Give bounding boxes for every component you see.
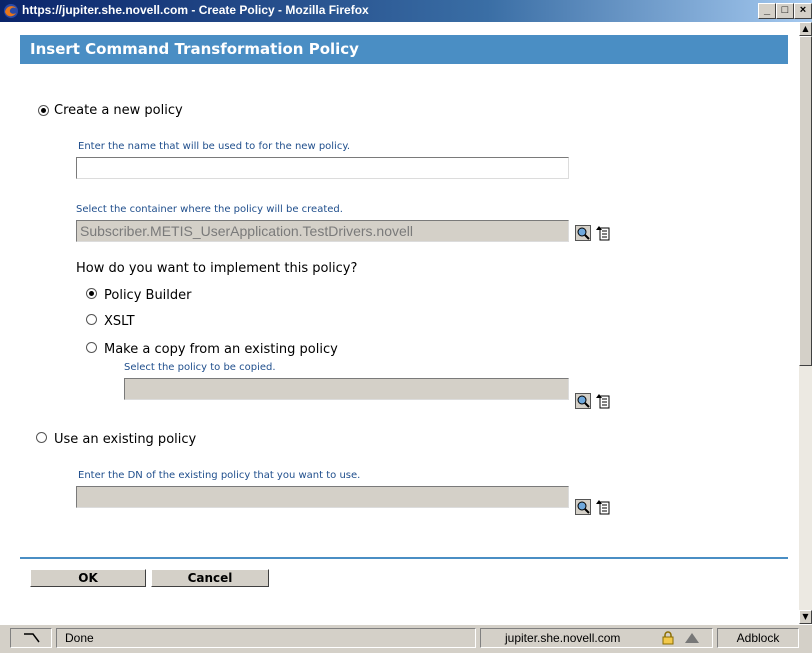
vertical-scrollbar[interactable]: ▲ ▼ bbox=[799, 22, 812, 624]
container-history-icon[interactable] bbox=[595, 225, 611, 241]
phishing-icon[interactable] bbox=[684, 631, 700, 645]
policy-name-input[interactable] bbox=[76, 157, 569, 179]
ok-button[interactable]: OK bbox=[30, 569, 146, 587]
status-bar: Done jupiter.she.novell.com Adblock bbox=[0, 624, 812, 653]
connection-icon bbox=[10, 628, 52, 648]
use-existing-policy-radio[interactable] bbox=[36, 432, 47, 443]
host-text: jupiter.she.novell.com bbox=[505, 631, 621, 645]
browse-copy-policy-icon[interactable] bbox=[575, 393, 591, 409]
create-new-policy-radio[interactable] bbox=[38, 105, 49, 116]
scroll-thumb[interactable] bbox=[799, 36, 812, 366]
lock-icon[interactable] bbox=[661, 631, 675, 645]
create-new-policy-label: Create a new policy bbox=[54, 103, 183, 118]
close-icon[interactable]: × bbox=[794, 3, 812, 19]
adblock-button[interactable]: Adblock bbox=[717, 628, 799, 648]
status-text: Done bbox=[56, 628, 476, 648]
copy-policy-field[interactable] bbox=[124, 378, 569, 400]
use-existing-policy-label: Use an existing policy bbox=[54, 432, 197, 447]
implement-question: How do you want to implement this policy… bbox=[76, 261, 358, 276]
page-content: Insert Command Transformation Policy Cre… bbox=[0, 22, 799, 624]
policy-name-hint: Enter the name that will be used to for … bbox=[78, 141, 351, 152]
cancel-button[interactable]: Cancel bbox=[151, 569, 269, 587]
container-hint: Select the container where the policy wi… bbox=[76, 204, 343, 215]
firefox-icon bbox=[4, 4, 18, 18]
copy-policy-hint: Select the policy to be copied. bbox=[124, 362, 276, 373]
existing-dn-hint: Enter the DN of the existing policy that… bbox=[78, 470, 361, 481]
scroll-up-icon[interactable]: ▲ bbox=[799, 22, 812, 36]
container-field[interactable]: Subscriber.METIS_UserApplication.TestDri… bbox=[76, 220, 569, 242]
browse-container-icon[interactable] bbox=[575, 225, 591, 241]
xslt-label: XSLT bbox=[104, 314, 135, 329]
browse-existing-icon[interactable] bbox=[575, 499, 591, 515]
window-title: https://jupiter.she.novell.com - Create … bbox=[22, 3, 369, 17]
copy-policy-radio[interactable] bbox=[86, 342, 97, 353]
footer-separator bbox=[20, 557, 788, 559]
dialog-header: Insert Command Transformation Policy bbox=[20, 35, 788, 64]
copy-policy-history-icon[interactable] bbox=[595, 393, 611, 409]
policy-builder-radio[interactable] bbox=[86, 288, 97, 299]
existing-dn-field[interactable] bbox=[76, 486, 569, 508]
scroll-down-icon[interactable]: ▼ bbox=[799, 610, 812, 624]
minimize-icon[interactable]: _ bbox=[758, 3, 776, 19]
host-panel: jupiter.she.novell.com bbox=[480, 628, 713, 648]
maximize-icon[interactable]: □ bbox=[776, 3, 794, 19]
container-value: Subscriber.METIS_UserApplication.TestDri… bbox=[80, 223, 414, 239]
existing-history-icon[interactable] bbox=[595, 499, 611, 515]
window-titlebar: https://jupiter.she.novell.com - Create … bbox=[0, 0, 812, 22]
xslt-radio[interactable] bbox=[86, 314, 97, 325]
policy-builder-label: Policy Builder bbox=[104, 288, 192, 303]
copy-policy-label: Make a copy from an existing policy bbox=[104, 342, 338, 357]
